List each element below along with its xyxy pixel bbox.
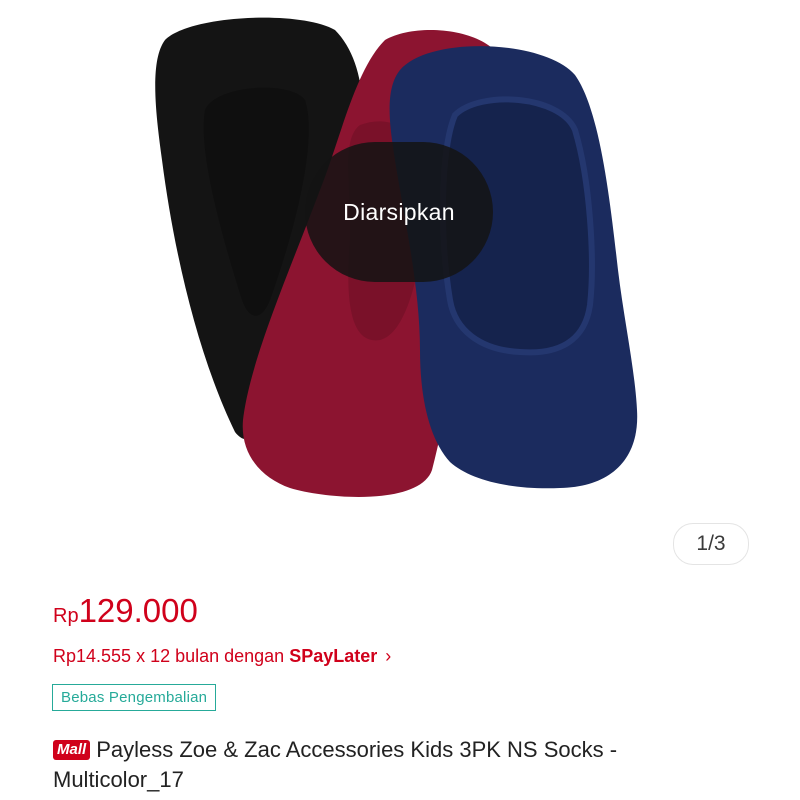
product-image[interactable]: Diarsipkan 1/3 [0,0,800,590]
product-price: Rp129.000 [53,592,198,630]
archived-overlay: Diarsipkan [305,142,493,282]
installment-link[interactable]: Rp14.555 x 12 bulan dengan SPayLater › [53,646,391,667]
product-title-block: Mall Payless Zoe & Zac Accessories Kids 3… [53,735,753,795]
product-photo-socks [155,17,638,497]
image-counter: 1/3 [673,523,749,565]
price-value: 129.000 [78,592,198,629]
archived-label: Diarsipkan [343,198,455,225]
chevron-right-icon: › [385,646,392,666]
installment-text: Rp14.555 x 12 bulan dengan [53,646,290,666]
mall-badge: Mall [53,740,91,760]
price-currency: Rp [53,605,79,627]
free-return-badge: Bebas Pengembalian [52,684,217,711]
spaylater-label: SPayLater [289,646,378,666]
product-title: Payless Zoe & Zac Accessories Kids 3PK N… [53,737,618,792]
